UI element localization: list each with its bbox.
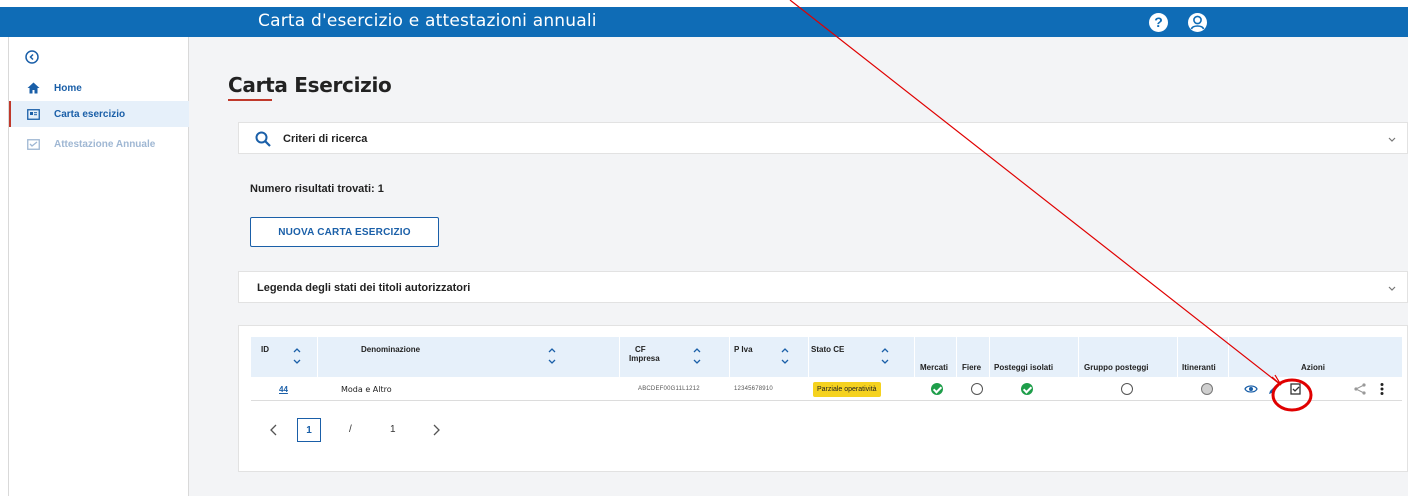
row-id-link[interactable]: 44 bbox=[279, 385, 288, 394]
column-divider bbox=[1177, 337, 1178, 377]
results-table: ID Denominazione CF Impresa P Iva Stato … bbox=[238, 325, 1408, 472]
row-piva: 12345678910 bbox=[734, 386, 773, 392]
sort-icon[interactable] bbox=[881, 344, 889, 368]
main-content: Carta Esercizio Criteri di ricerca Numer… bbox=[189, 37, 1408, 496]
column-divider bbox=[619, 337, 620, 377]
column-header-label: Azioni bbox=[1301, 363, 1325, 372]
gruppo-empty-icon bbox=[1121, 383, 1133, 395]
new-carta-esercizio-button[interactable]: NUOVA CARTA ESERCIZIO bbox=[250, 217, 439, 247]
document-icon[interactable] bbox=[1289, 382, 1303, 396]
column-divider bbox=[317, 337, 318, 377]
page-separator: / bbox=[349, 424, 352, 435]
column-header-label: Denominazione bbox=[361, 345, 421, 354]
table-row: 44 Moda e Altro ABCDEF00G11L1212 1234567… bbox=[251, 377, 1402, 401]
column-header-id[interactable]: ID bbox=[261, 337, 321, 377]
column-header-label: Posteggi isolati bbox=[994, 363, 1054, 372]
column-header-piva[interactable]: P Iva bbox=[734, 337, 814, 377]
sidebar-item-label: Home bbox=[54, 82, 82, 94]
app-header: Carta d'esercizio e attestazioni annuali… bbox=[0, 7, 1408, 37]
page-title: Carta Esercizio bbox=[228, 73, 392, 97]
posteggi-ok-icon bbox=[1021, 383, 1033, 395]
column-header-stato-ce[interactable]: Stato CE bbox=[811, 337, 911, 377]
column-divider bbox=[1078, 337, 1079, 377]
total-pages: 1 bbox=[390, 424, 396, 435]
column-divider bbox=[808, 337, 809, 377]
home-icon bbox=[26, 81, 40, 95]
column-header-posteggi-isolati: Posteggi isolati bbox=[994, 337, 1074, 377]
row-cf: ABCDEF00G11L1212 bbox=[638, 386, 700, 392]
app-title: Carta d'esercizio e attestazioni annuali bbox=[258, 11, 597, 31]
column-divider bbox=[914, 337, 915, 377]
sidebar: Home Carta esercizio Attestazione Annual… bbox=[8, 37, 189, 496]
column-header-label: Stato CE bbox=[811, 345, 845, 354]
view-icon[interactable] bbox=[1244, 382, 1258, 396]
sort-icon[interactable] bbox=[693, 344, 701, 368]
attestation-icon bbox=[26, 137, 40, 151]
column-header-itineranti: Itineranti bbox=[1182, 337, 1232, 377]
sort-icon[interactable] bbox=[781, 344, 789, 368]
pagination: 1 / 1 bbox=[257, 418, 457, 444]
results-count: Numero risultati trovati: 1 bbox=[250, 183, 384, 195]
column-divider bbox=[956, 337, 957, 377]
column-divider bbox=[1228, 337, 1229, 377]
legend-label: Legenda degli stati dei titoli autorizza… bbox=[257, 282, 471, 294]
column-divider bbox=[729, 337, 730, 377]
more-options-icon[interactable] bbox=[1375, 382, 1389, 396]
title-underline bbox=[228, 99, 272, 101]
column-header-label: CF bbox=[635, 345, 646, 354]
search-criteria-label: Criteri di ricerca bbox=[283, 133, 368, 145]
column-divider bbox=[989, 337, 990, 377]
chevron-down-icon[interactable] bbox=[1387, 283, 1397, 293]
id-card-icon bbox=[26, 107, 40, 121]
column-header-label: P Iva bbox=[734, 345, 753, 354]
sort-icon[interactable] bbox=[293, 344, 301, 368]
collapse-sidebar-icon[interactable] bbox=[25, 50, 39, 64]
row-denominazione: Moda e Altro bbox=[341, 384, 392, 394]
column-header-label: Mercati bbox=[920, 363, 949, 372]
search-criteria-panel[interactable]: Criteri di ricerca bbox=[238, 122, 1408, 154]
column-header-denominazione[interactable]: Denominazione bbox=[361, 337, 581, 377]
column-header-gruppo-posteggi: Gruppo posteggi bbox=[1084, 337, 1174, 377]
sidebar-item-carta-esercizio[interactable]: Carta esercizio bbox=[9, 101, 189, 127]
previous-page-icon[interactable] bbox=[269, 424, 279, 436]
sidebar-item-home[interactable]: Home bbox=[9, 75, 189, 101]
table-header: ID Denominazione CF Impresa P Iva Stato … bbox=[251, 337, 1402, 377]
page: Carta d'esercizio e attestazioni annuali… bbox=[0, 0, 1408, 496]
column-header-fiere: Fiere bbox=[962, 337, 992, 377]
chevron-down-icon[interactable] bbox=[1387, 134, 1397, 144]
next-page-icon[interactable] bbox=[431, 424, 441, 436]
edit-icon[interactable] bbox=[1267, 382, 1281, 396]
fiere-empty-icon bbox=[971, 383, 983, 395]
sidebar-item-label: Carta esercizio bbox=[54, 108, 126, 120]
current-page-input[interactable]: 1 bbox=[297, 418, 321, 442]
column-header-mercati: Mercati bbox=[920, 337, 960, 377]
sort-icon[interactable] bbox=[548, 344, 556, 368]
status-badge: Parziale operatività bbox=[813, 381, 881, 397]
column-header-label: Fiere bbox=[962, 363, 982, 372]
column-header-label: ID bbox=[261, 345, 269, 354]
sidebar-item-label: Attestazione Annuale bbox=[54, 138, 156, 150]
column-header-label: Itineranti bbox=[1182, 363, 1216, 372]
legend-panel[interactable]: Legenda degli stati dei titoli autorizza… bbox=[238, 271, 1408, 303]
share-icon[interactable] bbox=[1353, 382, 1367, 396]
mercati-ok-icon bbox=[931, 383, 943, 395]
search-icon bbox=[255, 131, 271, 147]
itineranti-grey-icon bbox=[1201, 383, 1213, 395]
column-header-label: Gruppo posteggi bbox=[1084, 363, 1149, 372]
column-header-cf-impresa[interactable]: CF Impresa bbox=[629, 337, 721, 377]
column-header-label: Impresa bbox=[629, 354, 660, 363]
user-icon[interactable] bbox=[1187, 12, 1208, 33]
sidebar-item-attestazione-annuale[interactable]: Attestazione Annuale bbox=[9, 131, 189, 157]
column-header-azioni: Azioni bbox=[1301, 337, 1361, 377]
help-icon[interactable]: ? bbox=[1149, 13, 1168, 32]
